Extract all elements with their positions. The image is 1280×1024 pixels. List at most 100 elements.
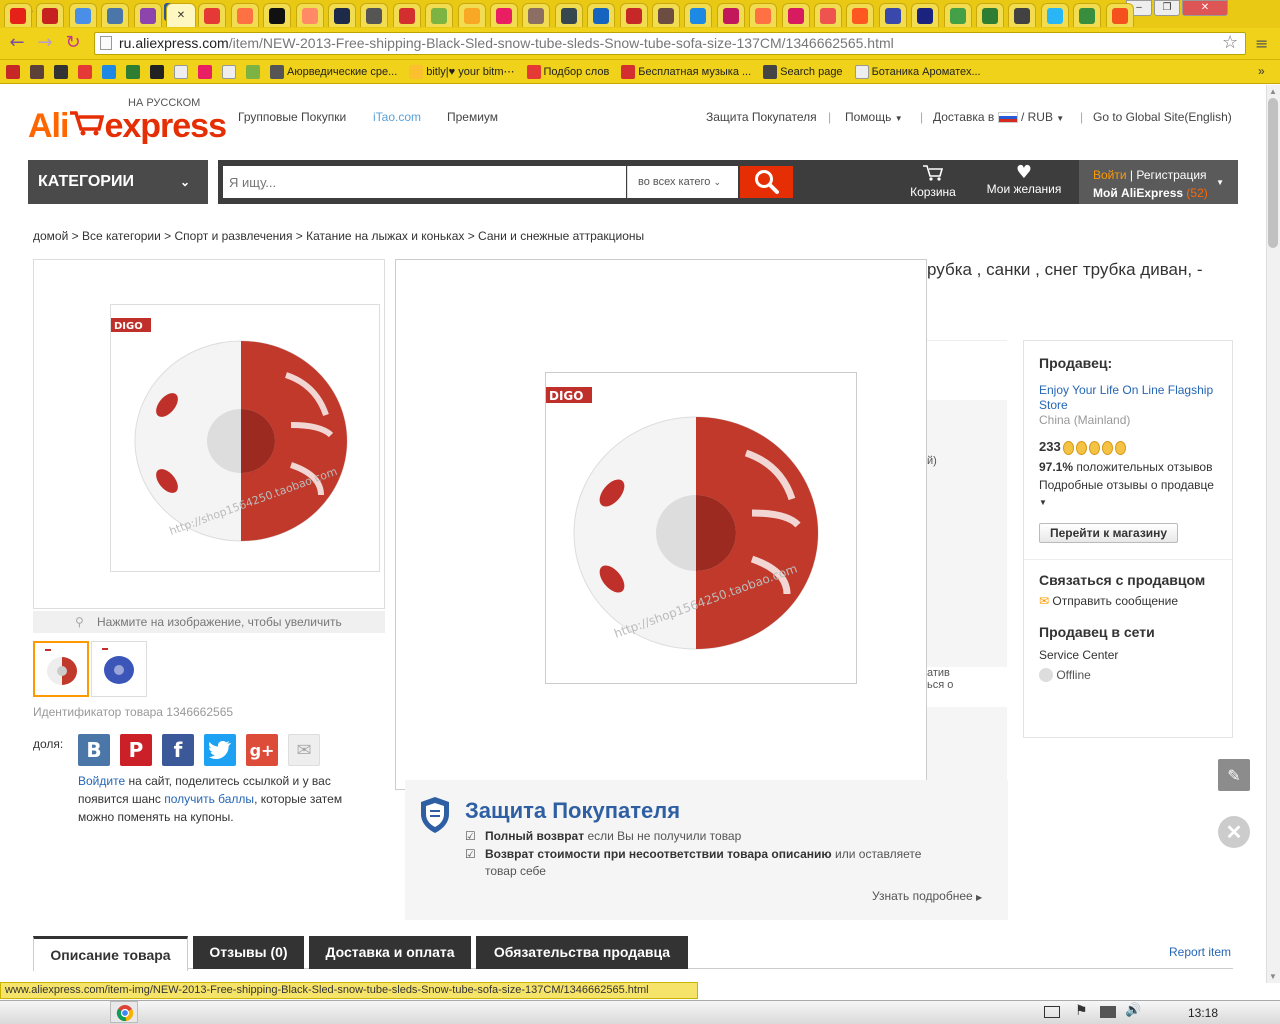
browser-tab[interactable] [976,3,1004,27]
go-to-store-button[interactable]: Перейти к магазину [1039,522,1179,543]
scroll-up-icon[interactable]: ▲ [1268,87,1278,97]
browser-tab[interactable] [749,3,778,27]
bookmark-item[interactable] [198,64,212,79]
browser-tab[interactable] [425,3,454,27]
group-buy-link[interactable]: Групповые Покупки [238,110,346,124]
bookmark-item[interactable]: Ботаника Ароматех... [854,64,981,79]
browser-tab[interactable] [392,3,421,27]
browser-tab[interactable] [360,3,389,27]
bookmark-item[interactable] [246,64,260,79]
login-link[interactable]: Войдите [78,774,125,788]
browser-tab[interactable] [716,3,745,27]
address-bar[interactable]: ru.aliexpress.com/item/NEW-2013-Free-shi… [94,32,1246,55]
browser-tab[interactable] [328,3,356,27]
seller-rating[interactable]: 233 [1039,439,1217,455]
browser-tab[interactable]: ✕ [166,3,196,27]
bookmark-item[interactable] [150,64,164,79]
browser-tab[interactable] [1105,3,1134,27]
bookmark-item[interactable] [174,64,188,79]
bookmark-item[interactable] [54,64,68,79]
browser-tab[interactable] [781,3,810,27]
bookmark-item[interactable] [30,64,44,79]
browser-tab[interactable] [1040,3,1069,27]
scroll-thumb[interactable] [1268,98,1278,248]
detailed-feedback-menu[interactable]: Подробные отзывы о продавце ▼ [1039,477,1217,511]
tab-reviews[interactable]: Отзывы (0) [193,936,304,969]
my-aliexpress-menu[interactable]: Войти | Регистрация ▼ Мой AliExpress (52… [1079,160,1238,204]
browser-tab[interactable] [295,3,324,27]
bookmark-item[interactable]: Аюрведические сре... [270,64,397,79]
browser-tab[interactable] [263,3,292,27]
chrome-taskbar-button[interactable] [110,1001,138,1023]
breadcrumb[interactable]: домой > Все категории > Спорт и развлече… [33,229,644,243]
bookmark-item[interactable] [222,64,236,79]
browser-tab[interactable] [4,3,32,27]
buyer-protection-link[interactable]: Защита Покупателя [706,110,817,124]
browser-tab[interactable] [1073,3,1102,27]
help-menu[interactable]: Помощь ▼ [845,110,903,124]
googleplus-share-button[interactable]: g+ [246,734,278,766]
browser-tab[interactable] [198,3,227,27]
flag-icon[interactable]: ⚑ [1075,1003,1088,1019]
search-input[interactable] [223,166,626,198]
bookmark-item[interactable]: Подбор слов [526,64,609,79]
bookmark-item[interactable]: Бесплатная музыка ... [621,64,751,79]
main-product-image[interactable]: DIGO http://shop1564250.taobao.com [33,259,385,609]
store-name-link[interactable]: Enjoy Your Life On Line Flagship Store [1039,383,1217,413]
browser-tab[interactable] [68,3,97,27]
browser-tab[interactable] [522,3,551,27]
browser-tab[interactable] [230,3,259,27]
browser-tab[interactable] [457,3,486,27]
thumbnail-2[interactable] [91,641,147,697]
bookmark-star-icon[interactable]: ☆ [1222,32,1238,53]
bookmark-item[interactable] [78,64,92,79]
browser-tab[interactable] [36,3,65,27]
browser-tab[interactable] [684,3,713,27]
premium-link[interactable]: Премиум [447,110,498,124]
login-link[interactable]: Войти [1093,168,1127,182]
browser-tab[interactable] [554,3,583,27]
bookmark-item[interactable] [102,64,116,79]
browser-tab[interactable] [1008,3,1037,27]
maximize-icon[interactable]: ❐ [1154,0,1180,16]
facebook-share-button[interactable]: f [162,734,194,766]
bookmark-item[interactable] [6,64,20,79]
delivery-menu[interactable]: Доставка в / RUB ▼ [933,110,1064,124]
pinterest-share-button[interactable]: P [120,734,152,766]
bookmarks-more[interactable]: » [1258,64,1265,78]
edit-icon[interactable]: ✎ [1218,759,1250,791]
menu-icon[interactable]: ≡ [1255,34,1268,53]
send-message-link[interactable]: ✉ Отправить сообщение [1039,594,1217,608]
reload-icon[interactable]: ↻ [62,33,84,53]
global-site-link[interactable]: Go to Global Site(English) [1093,110,1232,124]
close-icon[interactable]: ✕ [1218,816,1250,848]
aliexpress-logo[interactable]: Ali express [28,107,227,146]
cart-button[interactable]: Корзина [900,164,966,199]
browser-tab[interactable] [943,3,972,27]
network-icon[interactable] [1100,1006,1116,1018]
browser-tab[interactable] [878,3,907,27]
search-category-select[interactable]: во всех катего ⌄ [627,166,738,198]
browser-tab[interactable] [133,3,162,27]
browser-tab[interactable] [490,3,518,27]
back-icon[interactable]: ← [6,33,28,53]
register-link[interactable]: Регистрация [1136,168,1206,182]
search-button[interactable] [740,166,793,198]
browser-tab[interactable] [911,3,940,27]
report-item-link[interactable]: Report item [1169,945,1231,959]
zoom-image[interactable]: DIGO http://shop1564250.taobao.com [545,372,857,684]
close-window-icon[interactable]: ✕ [1182,0,1228,16]
bookmark-item[interactable]: Search page [763,64,843,79]
wishlist-button[interactable]: ♥ Мои желания [984,164,1064,197]
bookmark-item[interactable]: bitly|♥ your bitm⋯ [409,64,515,79]
browser-tab[interactable] [846,3,875,27]
screen-icon[interactable] [1044,1006,1060,1018]
forward-icon[interactable]: → [34,33,56,53]
tab-description[interactable]: Описание товара [33,936,188,971]
browser-tab[interactable] [101,3,130,27]
browser-tab[interactable] [619,3,648,27]
browser-tab[interactable] [587,3,616,27]
categories-menu[interactable]: КАТЕГОРИИ ⌄ [28,160,208,204]
learn-more-link[interactable]: Узнать подробнее ▶ [872,889,982,903]
email-share-button[interactable]: ✉ [288,734,320,766]
